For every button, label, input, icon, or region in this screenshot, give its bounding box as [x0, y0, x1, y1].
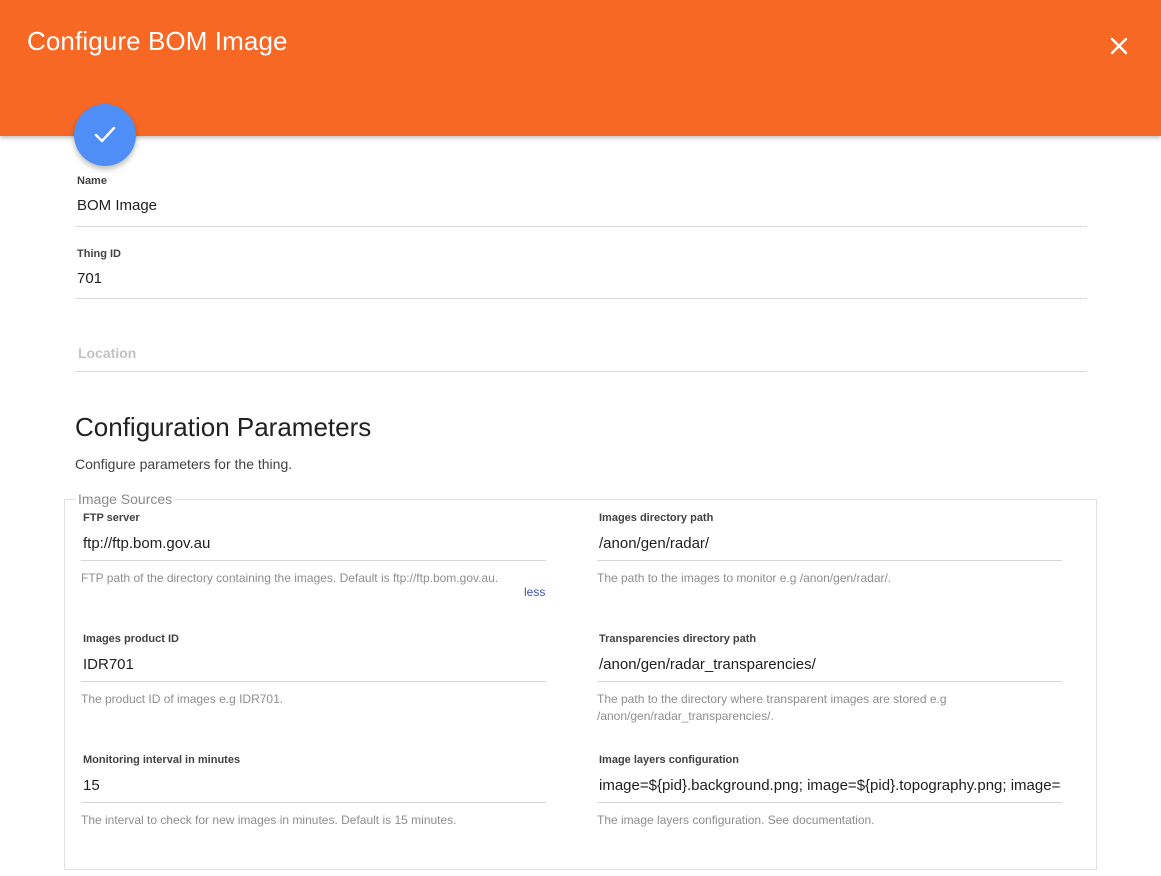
name-input[interactable]: BOM Image [77, 197, 157, 214]
image-layers-input[interactable]: image=${pid}.background.png; image=${pid… [599, 777, 1061, 794]
param-label: Monitoring interval in minutes [83, 754, 241, 766]
param-underline [81, 802, 546, 803]
image-sources-legend: Image Sources [76, 491, 175, 507]
param-hint: The interval to check for new images in … [81, 813, 457, 827]
thing-id-input[interactable]: 701 [77, 270, 102, 287]
param-hint: The image layers configuration. See docu… [597, 813, 875, 827]
product-id-input[interactable]: IDR701 [83, 656, 545, 673]
dialog-title: Configure BOM Image [27, 26, 288, 56]
param-underline [597, 681, 1062, 682]
param-hint: The product ID of images e.g IDR701. [81, 692, 284, 706]
param-underline [597, 560, 1062, 561]
location-underline [75, 371, 1087, 372]
config-section-subtitle: Configure parameters for the thing. [75, 456, 293, 472]
param-label: Images directory path [599, 512, 714, 524]
dialog-header: Configure BOM Image [0, 0, 1161, 136]
param-underline [597, 802, 1062, 803]
name-label: Name [77, 175, 107, 187]
monitoring-interval-input[interactable]: 15 [83, 777, 545, 794]
transparencies-directory-input[interactable]: /anon/gen/radar_transparencies/ [599, 656, 1061, 673]
thing-id-underline [75, 298, 1087, 299]
param-underline [81, 560, 546, 561]
close-icon [1110, 37, 1128, 55]
param-underline [81, 681, 546, 682]
param-hint: The path to the images to monitor e.g /a… [597, 571, 892, 585]
less-toggle-link[interactable]: less [524, 585, 545, 599]
ftp-server-input[interactable]: ftp://ftp.bom.gov.au [83, 535, 545, 552]
close-button[interactable] [1104, 30, 1134, 60]
images-directory-input[interactable]: /anon/gen/radar/ [599, 535, 1061, 552]
param-hint: FTP path of the directory containing the… [81, 571, 499, 585]
check-icon [94, 126, 116, 143]
param-label: Transparencies directory path [599, 633, 757, 645]
save-fab-button[interactable] [74, 104, 136, 166]
param-label: Image layers configuration [599, 754, 739, 766]
thing-id-label: Thing ID [77, 248, 121, 260]
location-input[interactable]: Location [78, 345, 136, 361]
param-hint: The path to the directory where transpar… [597, 692, 947, 723]
param-label: FTP server [83, 512, 140, 524]
name-underline [75, 226, 1087, 227]
param-label: Images product ID [83, 633, 179, 645]
config-section-title: Configuration Parameters [75, 412, 372, 442]
